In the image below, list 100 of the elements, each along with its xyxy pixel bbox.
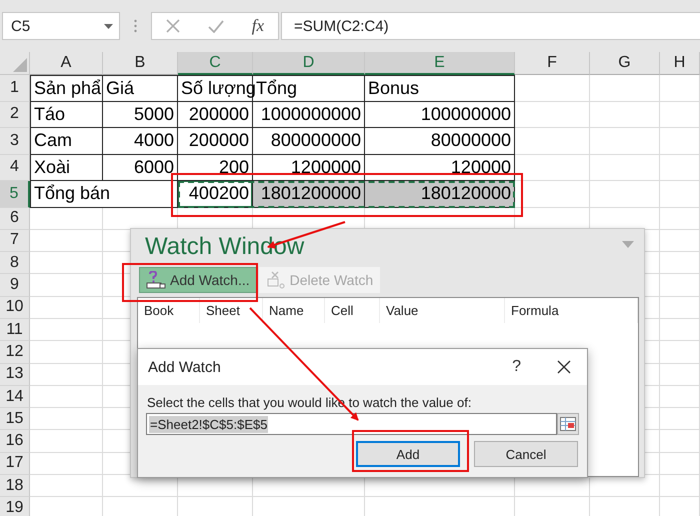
insert-function-button[interactable]: fx [252,16,264,36]
table-cell: 1801200000 [253,181,365,208]
dialog-title: Add Watch [148,358,222,376]
formula-field[interactable]: =SUM(C2:C4) [281,12,700,40]
row-header[interactable]: 13 [0,364,30,386]
column-header[interactable]: D [253,52,365,75]
grid-cell[interactable] [30,364,103,386]
grid-cell[interactable] [660,341,700,364]
grid-cell[interactable] [515,181,590,208]
grid-cell[interactable] [660,318,700,342]
caret-icon [104,24,113,28]
list-column-header[interactable]: Cell [325,298,380,323]
grid-cell[interactable] [30,208,103,230]
grid-cell[interactable] [30,230,103,252]
grid-cell[interactable] [30,252,103,274]
grid-cell[interactable] [660,408,700,430]
grid-cell[interactable] [30,386,103,408]
help-button[interactable]: ? [490,358,543,376]
list-column-header[interactable]: Sheet [200,298,263,323]
column-header[interactable]: G [590,52,660,75]
grid-cell[interactable] [660,128,700,154]
table-cell: Táo [30,102,103,128]
grid-cell[interactable] [660,296,700,319]
row-header[interactable]: 8 [0,252,30,274]
row-header[interactable]: 19 [0,497,30,516]
select-all-icon[interactable] [13,58,27,72]
drag-handle-icon [134,19,137,33]
grid-cell[interactable] [660,386,700,408]
grid-cell[interactable] [660,452,700,476]
grid-cell[interactable] [590,128,660,154]
cancel-icon[interactable] [166,19,180,33]
add-watch-button[interactable]: Add Watch... [139,267,257,293]
name-box[interactable]: C5 [2,12,120,40]
column-header[interactable]: F [515,52,590,75]
grid-cell[interactable] [30,318,103,342]
checkmark-icon[interactable] [208,20,224,32]
row-header[interactable]: 9 [0,274,30,297]
table-cell: 1000000000 [253,102,365,128]
table-cell: 200000 [178,128,253,154]
grid-cell[interactable] [30,475,103,498]
cancel-button[interactable]: Cancel [474,441,578,467]
grid-cell[interactable] [30,274,103,297]
column-header[interactable]: A [30,52,103,75]
column-header[interactable]: C [178,52,253,75]
row-header[interactable]: 18 [0,475,30,498]
range-picker-button[interactable] [557,413,579,435]
grid-cell[interactable] [515,154,590,181]
grid-cell[interactable] [660,208,700,230]
list-column-header[interactable]: Value [380,298,505,323]
caret-icon[interactable] [622,241,634,248]
row-header[interactable]: 1 [0,75,30,102]
grid-cell[interactable] [515,75,590,102]
row-header[interactable]: 16 [0,430,30,453]
column-header[interactable]: B [103,52,178,75]
list-column-header[interactable]: Formula [505,298,638,323]
grid-cell[interactable] [660,252,700,274]
row-header[interactable]: 4 [0,154,30,181]
grid-cell[interactable] [660,430,700,453]
grid-cell[interactable] [515,102,590,128]
row-header[interactable]: 6 [0,208,30,230]
grid-cell[interactable] [30,341,103,364]
grid-cell[interactable] [660,181,700,208]
row-header[interactable]: 10 [0,296,30,319]
grid-cell[interactable] [660,154,700,181]
range-field[interactable]: =Sheet2!$C$5:$E$5 [146,413,557,435]
column-header[interactable]: H [660,52,700,75]
grid-cell[interactable] [30,430,103,453]
grid-cell[interactable] [660,364,700,386]
table-cell: 4000 [103,128,178,154]
table-cell: Xoài [30,154,103,181]
grid-cell[interactable] [660,475,700,498]
row-header[interactable]: 12 [0,341,30,364]
grid-cell[interactable] [660,102,700,128]
add-button[interactable]: Add [356,441,460,467]
row-header[interactable]: 17 [0,452,30,476]
close-icon [557,360,571,374]
grid-cell[interactable] [590,154,660,181]
grid-cell[interactable] [660,274,700,297]
grid-cell[interactable] [30,296,103,319]
table-cell: 800000000 [253,128,365,154]
row-header[interactable]: 3 [0,128,30,154]
row-header[interactable]: 5 [0,181,30,208]
grid-cell[interactable] [660,75,700,102]
grid-cell[interactable] [590,102,660,128]
row-header[interactable]: 7 [0,230,30,252]
grid-cell[interactable] [30,408,103,430]
grid-cell[interactable] [660,230,700,252]
row-header[interactable]: 2 [0,102,30,128]
list-column-header[interactable]: Book [138,298,200,323]
row-header[interactable]: 14 [0,386,30,408]
column-header[interactable]: E [365,52,515,75]
grid-cell[interactable] [590,75,660,102]
row-header[interactable]: 15 [0,408,30,430]
grid-cell[interactable] [590,181,660,208]
table-cell: 180120000 [365,181,515,208]
list-column-header[interactable]: Name [263,298,325,323]
row-header[interactable]: 11 [0,318,30,342]
grid-cell[interactable] [30,452,103,476]
grid-cell[interactable] [515,128,590,154]
add-watch-icon [146,271,166,289]
